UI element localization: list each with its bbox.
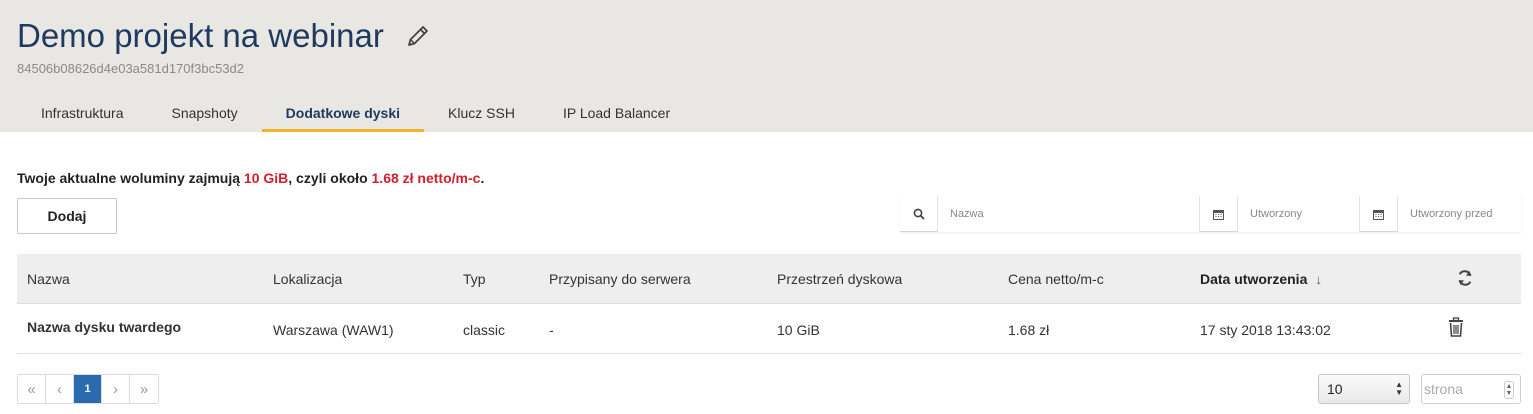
- last-page-button[interactable]: »: [130, 375, 158, 403]
- volume-summary: Twoje aktualne woluminy zajmują 10 GiB, …: [17, 170, 484, 186]
- refresh-icon[interactable]: [1455, 268, 1475, 288]
- project-header: Demo projekt na webinar 84506b08626d4e03…: [0, 0, 1533, 132]
- next-page-button[interactable]: ›: [102, 375, 130, 403]
- column-header-type[interactable]: Typ: [463, 271, 486, 287]
- per-page-value: 10: [1327, 381, 1343, 397]
- summary-price: 1.68 zł netto/m-c: [371, 170, 481, 186]
- tab-klucz-ssh[interactable]: Klucz SSH: [424, 95, 539, 132]
- summary-suffix: .: [480, 170, 485, 186]
- cell-type: classic: [463, 322, 506, 338]
- calendar-icon[interactable]: [1360, 196, 1398, 232]
- page-number-placeholder: strona: [1424, 381, 1463, 397]
- cell-server: -: [549, 322, 554, 338]
- created-filter-input[interactable]: [1238, 196, 1360, 232]
- page-number-input[interactable]: strona ▲ ▼: [1421, 374, 1521, 404]
- select-arrows-icon: ▲ ▼: [1395, 380, 1403, 397]
- column-header-created-label: Data utworzenia: [1200, 271, 1308, 287]
- cell-location: Warszawa (WAW1): [273, 322, 394, 338]
- tab-ip-load-balancer[interactable]: IP Load Balancer: [539, 95, 694, 132]
- table-header: Nazwa Lokalizacja Typ Przypisany do serw…: [17, 254, 1521, 304]
- cell-name[interactable]: Nazwa dysku twardego: [27, 319, 181, 335]
- summary-size: 10 GiB: [243, 170, 289, 186]
- per-page-select[interactable]: 10 ▲ ▼: [1318, 374, 1410, 404]
- calendar-icon[interactable]: [1200, 196, 1238, 232]
- cell-created: 17 sty 2018 13:43:02: [1200, 322, 1331, 338]
- column-header-server[interactable]: Przypisany do serwera: [549, 271, 691, 287]
- pencil-icon[interactable]: [404, 22, 432, 50]
- tab-infrastruktura[interactable]: Infrastruktura: [17, 95, 147, 132]
- table-row[interactable]: Nazwa dysku twardego Warszawa (WAW1) cla…: [17, 304, 1521, 354]
- column-header-location[interactable]: Lokalizacja: [273, 271, 342, 287]
- project-id: 84506b08626d4e03a581d170f3bc53d2: [17, 61, 245, 76]
- add-volume-button[interactable]: Dodaj: [17, 198, 117, 234]
- filter-bar: [900, 196, 1521, 232]
- summary-prefix: Twoje aktualne woluminy zajmują: [17, 170, 244, 186]
- arrow-down-icon: ↓: [1315, 272, 1322, 287]
- summary-middle: , czyli około: [288, 170, 372, 186]
- current-page-button[interactable]: 1: [74, 375, 102, 403]
- column-header-price[interactable]: Cena netto/m-c: [1008, 271, 1104, 287]
- column-header-created[interactable]: Data utworzenia ↓: [1200, 271, 1322, 287]
- prev-page-button[interactable]: ‹: [46, 375, 74, 403]
- cell-space: 10 GiB: [777, 322, 820, 338]
- page-title: Demo projekt na webinar: [17, 17, 384, 54]
- pagination: « ‹ 1 › »: [17, 374, 159, 404]
- tab-snapshoty[interactable]: Snapshoty: [147, 95, 261, 132]
- stepper-icon[interactable]: ▲ ▼: [1504, 381, 1514, 399]
- column-header-space[interactable]: Przestrzeń dyskowa: [777, 271, 902, 287]
- created-before-filter-input[interactable]: [1398, 196, 1521, 232]
- trash-icon[interactable]: [1448, 317, 1464, 337]
- first-page-button[interactable]: «: [18, 375, 46, 403]
- tab-dodatkowe-dyski[interactable]: Dodatkowe dyski: [261, 95, 425, 132]
- tab-bar: Infrastruktura Snapshoty Dodatkowe dyski…: [17, 95, 694, 132]
- column-header-name[interactable]: Nazwa: [27, 271, 70, 287]
- search-icon: [900, 196, 938, 232]
- name-filter-input[interactable]: [938, 196, 1200, 232]
- cell-price: 1.68 zł: [1008, 322, 1050, 338]
